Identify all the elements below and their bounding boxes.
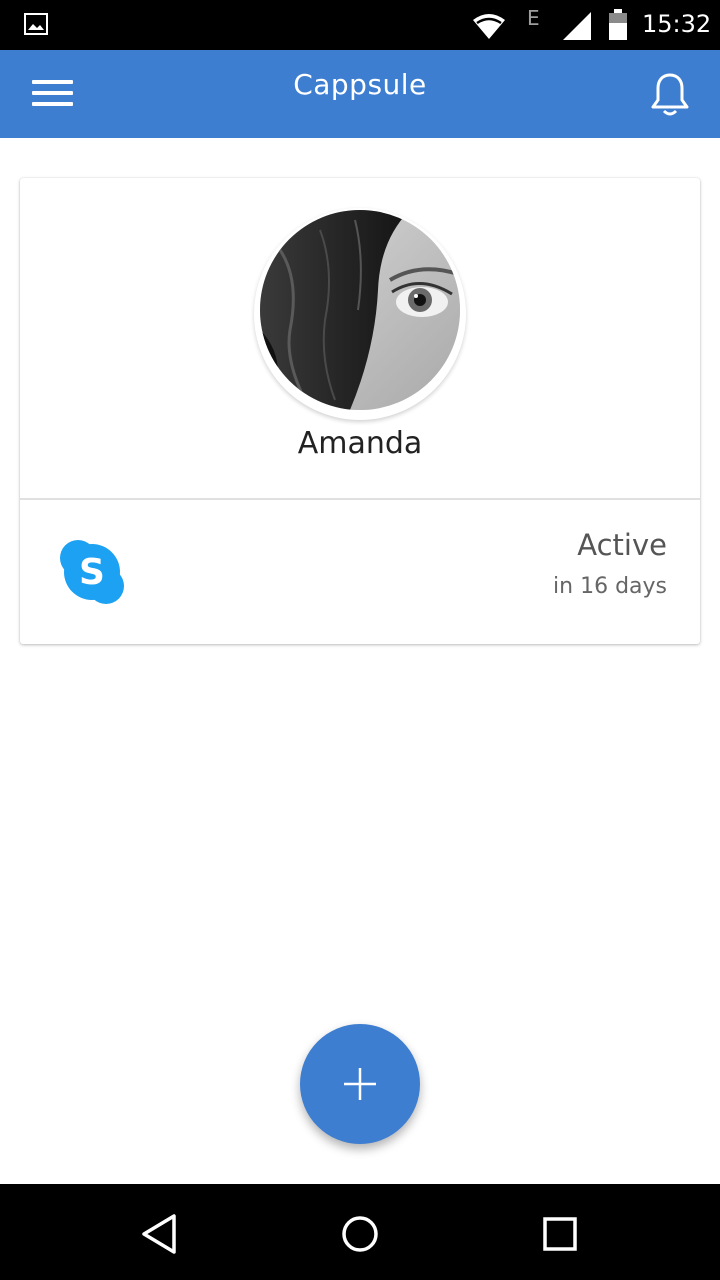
signal-icon [563,12,591,40]
avatar-photo [260,210,460,410]
card-divider [20,498,700,500]
app-title: Cappsule [293,68,427,101]
recents-icon [543,1217,577,1251]
contact-name: Amanda [297,426,423,461]
navigation-bar [0,1184,720,1280]
svg-text:S: S [79,552,105,593]
contact-card[interactable]: Amanda S Active in 16 days [20,178,700,644]
recents-button[interactable] [538,1212,582,1256]
status-bar: E 15:32 [0,0,720,50]
wifi-icon [473,14,505,39]
plus-icon [344,1068,376,1100]
status-detail: in 16 days [553,574,667,599]
back-icon [142,1214,176,1254]
home-icon [342,1216,378,1252]
screen: E 15:32 Cappsule Amanda S Active in 16 d… [0,0,720,1280]
app-bar: Cappsule [0,50,720,138]
network-type-indicator: E [527,6,540,30]
bell-icon [651,73,689,116]
skype-icon: S [60,540,124,604]
home-button[interactable] [338,1212,382,1256]
notifications-button[interactable] [642,66,698,122]
clock: 15:32 [642,10,712,38]
status-label: Active [577,528,667,562]
add-button[interactable] [300,1024,420,1144]
hamburger-menu-icon-line [32,102,73,106]
avatar[interactable] [260,210,460,410]
back-button[interactable] [138,1212,182,1256]
battery-icon [609,9,627,40]
gallery-icon [24,13,48,35]
